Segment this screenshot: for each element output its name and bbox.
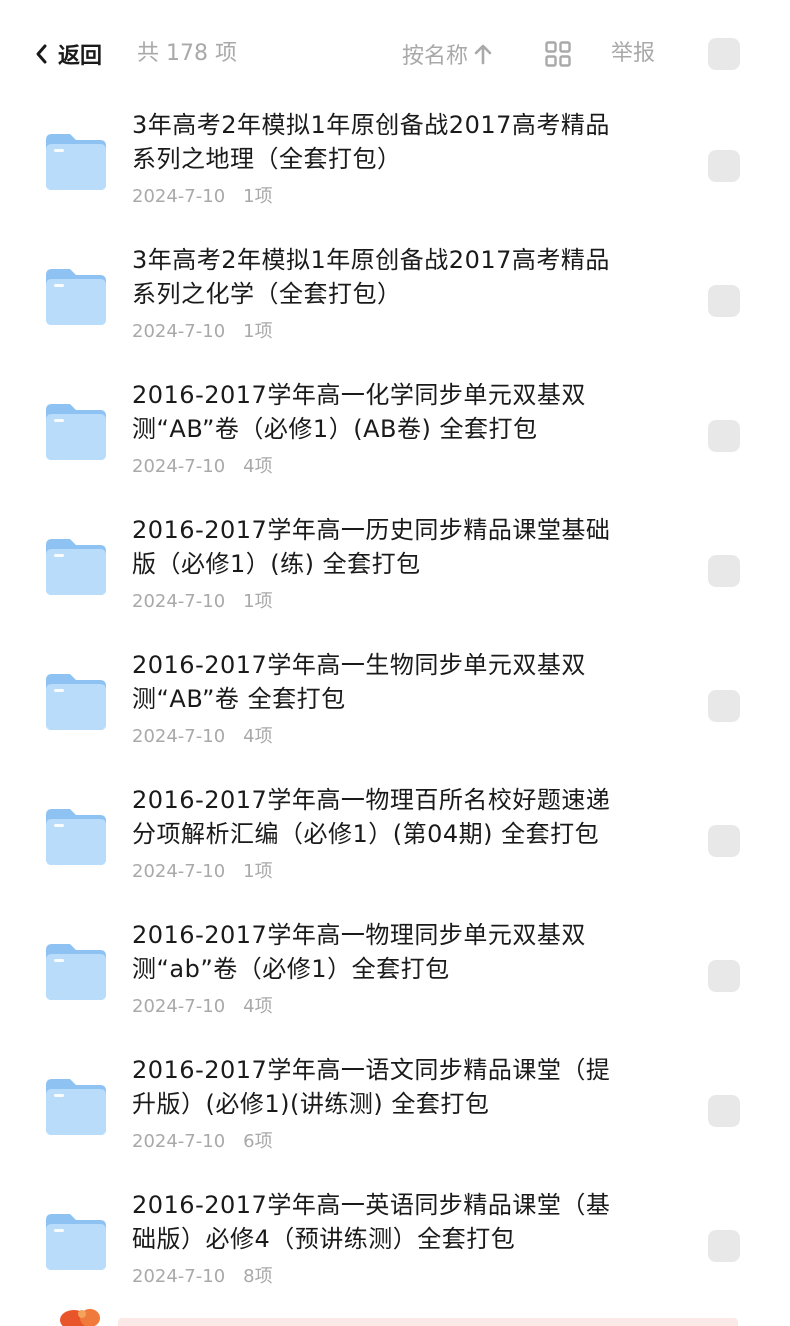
- sort-label: 按名称: [402, 44, 469, 69]
- item-title: 2016-2017学年高一历史同步精品课堂基础 版（必修1）(练) 全套打包: [132, 516, 611, 578]
- item-checkbox[interactable]: [708, 420, 740, 452]
- item-title: 2016-2017学年高一英语同步精品课堂（基 础版）必修4（预讲练测）全套打包: [132, 1191, 611, 1253]
- folder-icon: [46, 672, 106, 730]
- folder-icon: [46, 267, 106, 325]
- item-date: 2024-7-10: [132, 996, 226, 1017]
- item-count: 1项: [243, 861, 273, 882]
- chevron-left-icon: [30, 34, 52, 74]
- item-meta: 2024-7-10 1项: [132, 319, 273, 345]
- list-item[interactable]: 3年高考2年模拟1年原创备战2017高考精品 系列之化学（全套打包） 2024-…: [0, 243, 790, 378]
- item-meta: 2024-7-10 1项: [132, 859, 273, 885]
- list-item[interactable]: 2016-2017学年高一语文同步精品课堂（提 升版）(必修1)(讲练测) 全套…: [0, 1053, 790, 1188]
- list-item[interactable]: 2016-2017学年高一英语同步精品课堂（基 础版）必修4（预讲练测）全套打包…: [0, 1188, 790, 1323]
- folder-icon: [46, 402, 106, 460]
- list-item[interactable]: 2016-2017学年高一历史同步精品课堂基础 版（必修1）(练) 全套打包 2…: [0, 513, 790, 648]
- sort-by-name-button[interactable]: 按名称: [402, 34, 492, 74]
- select-all-checkbox[interactable]: [708, 38, 740, 70]
- item-count: 4项: [243, 996, 273, 1017]
- list-item[interactable]: 2016-2017学年高一生物同步单元双基双 测“AB”卷 全套打包 2024-…: [0, 648, 790, 783]
- item-meta: 2024-7-10 4项: [132, 994, 273, 1020]
- item-meta: 2024-7-10 6项: [132, 1129, 273, 1155]
- mascot-icon: [54, 1304, 114, 1326]
- item-meta: 2024-7-10 1项: [132, 184, 273, 210]
- list-item[interactable]: 2016-2017学年高一物理同步单元双基双 测“ab”卷（必修1）全套打包 2…: [0, 918, 790, 1053]
- top-toolbar: 返回 共 178 项 按名称 举报: [0, 0, 790, 108]
- folder-icon: [46, 537, 106, 595]
- grid-view-icon[interactable]: [545, 41, 571, 67]
- item-count: 8项: [243, 1266, 273, 1287]
- item-count: 1项: [243, 591, 273, 612]
- back-label: 返回: [58, 44, 103, 69]
- item-checkbox[interactable]: [708, 150, 740, 182]
- item-checkbox[interactable]: [708, 1095, 740, 1127]
- folder-icon: [46, 1212, 106, 1270]
- item-date: 2024-7-10: [132, 186, 226, 207]
- item-count: 4项: [243, 726, 273, 747]
- arrow-up-icon: [474, 43, 492, 65]
- item-date: 2024-7-10: [132, 321, 226, 342]
- item-date: 2024-7-10: [132, 1266, 226, 1287]
- item-title: 3年高考2年模拟1年原创备战2017高考精品 系列之地理（全套打包）: [132, 111, 610, 173]
- item-checkbox[interactable]: [708, 555, 740, 587]
- item-count: 共 178 项: [137, 41, 237, 66]
- item-title: 2016-2017学年高一语文同步精品课堂（提 升版）(必修1)(讲练测) 全套…: [132, 1056, 611, 1118]
- item-count: 1项: [243, 321, 273, 342]
- item-count: 6项: [243, 1131, 273, 1152]
- item-meta: 2024-7-10 8项: [132, 1264, 273, 1290]
- list-item[interactable]: 2016-2017学年高一化学同步单元双基双 测“AB”卷（必修1）(AB卷) …: [0, 378, 790, 513]
- item-date: 2024-7-10: [132, 726, 226, 747]
- item-checkbox[interactable]: [708, 690, 740, 722]
- item-title: 3年高考2年模拟1年原创备战2017高考精品 系列之化学（全套打包）: [132, 246, 610, 308]
- item-title: 2016-2017学年高一生物同步单元双基双 测“AB”卷 全套打包: [132, 651, 586, 713]
- item-date: 2024-7-10: [132, 456, 226, 477]
- item-meta: 2024-7-10 4项: [132, 454, 273, 480]
- folder-icon: [46, 942, 106, 1000]
- list-item[interactable]: 3年高考2年模拟1年原创备战2017高考精品 系列之地理（全套打包） 2024-…: [0, 108, 790, 243]
- item-checkbox[interactable]: [708, 960, 740, 992]
- item-checkbox[interactable]: [708, 1230, 740, 1262]
- item-checkbox[interactable]: [708, 825, 740, 857]
- folder-icon: [46, 132, 106, 190]
- item-date: 2024-7-10: [132, 591, 226, 612]
- file-list-page: 返回 共 178 项 按名称 举报 3年高考2年模拟1年原创备战2017高考精品…: [0, 0, 790, 1326]
- item-meta: 2024-7-10 4项: [132, 724, 273, 750]
- report-button[interactable]: 举报: [611, 34, 655, 74]
- folder-icon: [46, 807, 106, 865]
- folder-icon: [46, 1077, 106, 1135]
- item-title: 2016-2017学年高一物理百所名校好题速递 分项解析汇编（必修1）(第04期…: [132, 786, 611, 848]
- item-count: 4项: [243, 456, 273, 477]
- item-date: 2024-7-10: [132, 1131, 226, 1152]
- item-count: 1项: [243, 186, 273, 207]
- item-title: 2016-2017学年高一化学同步单元双基双 测“AB”卷（必修1）(AB卷) …: [132, 381, 586, 443]
- list-item[interactable]: 2016-2017学年高一物理百所名校好题速递 分项解析汇编（必修1）(第04期…: [0, 783, 790, 918]
- back-button[interactable]: 返回: [30, 34, 102, 74]
- item-date: 2024-7-10: [132, 861, 226, 882]
- item-meta: 2024-7-10 1项: [132, 589, 273, 615]
- item-title: 2016-2017学年高一物理同步单元双基双 测“ab”卷（必修1）全套打包: [132, 921, 586, 983]
- bottom-banner[interactable]: [118, 1318, 738, 1326]
- item-checkbox[interactable]: [708, 285, 740, 317]
